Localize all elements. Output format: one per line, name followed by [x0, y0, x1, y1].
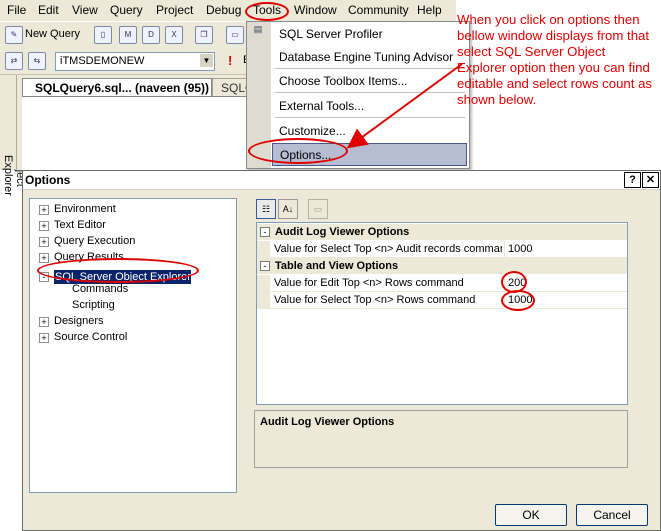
tree-item-text-editor[interactable]: Text Editor [54, 219, 106, 231]
property-name: Value for Select Top <n> Rows command [274, 294, 476, 306]
tab-label: SQLQuery6.sql... (naveen (95)) [35, 81, 210, 95]
tree-item-source-control[interactable]: Source Control [54, 331, 127, 343]
menu-file[interactable]: File [7, 3, 26, 17]
property-name: Value for Edit Top <n> Rows command [274, 277, 464, 289]
tree-item-scripting[interactable]: Scripting [72, 299, 115, 311]
menu-help[interactable]: Help [417, 3, 442, 17]
property-pages-icon[interactable]: ▭ [308, 199, 328, 219]
alphabetical-sort-icon[interactable]: A↓ [278, 199, 298, 219]
collapse-icon[interactable]: - [260, 227, 270, 237]
tab-sqlquery6[interactable]: SQLQuery6.sql... (naveen (95)) [22, 78, 212, 97]
menu-item-sql-server-profiler[interactable]: SQL Server Profiler [279, 27, 383, 41]
property-row-select-top-audit[interactable]: Value for Select Top <n> Audit records c… [257, 241, 627, 258]
property-row-select-top-rows[interactable]: Value for Select Top <n> Rows command 10… [257, 292, 627, 309]
execute-icon[interactable]: ! [228, 53, 232, 68]
xmla-query-icon[interactable]: X [165, 26, 183, 44]
menu-window[interactable]: Window [294, 3, 337, 17]
annotation-arrow [346, 63, 463, 149]
property-grid-toolbar: ☷ A↓ ▭ [256, 198, 336, 219]
change-connection-icon[interactable]: ⇆ [28, 52, 46, 70]
collapse-icon[interactable]: - [260, 261, 270, 271]
new-query-button[interactable]: New Query [25, 28, 80, 40]
tab-sqlquery-second[interactable]: SQLQ [212, 78, 250, 96]
menu-bar: File Edit View Query Project Debug Tools… [0, 0, 456, 21]
object-explorer-dock[interactable]: Object Explorer [0, 75, 26, 196]
menu-project[interactable]: Project [156, 3, 193, 17]
categorized-icon[interactable]: ☷ [256, 199, 276, 219]
category-label: Table and View Options [275, 260, 399, 272]
expand-icon[interactable]: + [39, 317, 49, 327]
help-button[interactable]: ? [624, 172, 641, 188]
expand-icon[interactable]: + [39, 333, 49, 343]
description-title: Audit Log Viewer Options [260, 416, 395, 428]
annotation-ring-options [248, 138, 348, 164]
property-row-edit-top-rows[interactable]: Value for Edit Top <n> Rows command 200 [257, 275, 627, 292]
options-dialog: Options ? ✕ + Environment + Text Editor … [22, 170, 661, 531]
category-label: Audit Log Viewer Options [275, 226, 410, 238]
close-button[interactable]: ✕ [642, 172, 659, 188]
expand-icon[interactable]: + [39, 205, 49, 215]
row-gutter [257, 275, 270, 292]
property-grid: - Audit Log Viewer Options Value for Sel… [256, 222, 628, 405]
connect-icon[interactable]: ⇄ [5, 52, 23, 70]
cancel-button[interactable]: Cancel [576, 504, 648, 526]
ok-button[interactable]: OK [495, 504, 567, 526]
menu-query[interactable]: Query [110, 3, 143, 17]
menu-community[interactable]: Community [348, 3, 409, 17]
row-gutter [257, 292, 270, 309]
annotation-ring-object-explorer [37, 258, 199, 283]
new-file-icon[interactable]: ▯ [94, 26, 112, 44]
annotation-ring-tools [245, 2, 289, 21]
annotation-ring-select-top [501, 290, 535, 311]
menu-debug[interactable]: Debug [206, 3, 241, 17]
expand-icon[interactable]: + [39, 237, 49, 247]
property-name: Value for Select Top <n> Audit records c… [274, 243, 502, 255]
expand-icon[interactable]: + [39, 221, 49, 231]
menu-edit[interactable]: Edit [38, 3, 59, 17]
database-combo[interactable]: iTMSDEMONEW ▼ [55, 52, 215, 71]
chevron-down-icon[interactable]: ▼ [200, 54, 213, 67]
row-gutter [257, 241, 270, 258]
annotation-text: When you click on options then bellow wi… [457, 12, 652, 107]
tree-item-designers[interactable]: Designers [54, 315, 104, 327]
dialog-titlebar[interactable]: Options ? ✕ [23, 171, 660, 190]
menu-view[interactable]: View [72, 3, 98, 17]
menu-item-customize[interactable]: Customize... [279, 124, 346, 138]
copy-icon[interactable]: ❐ [195, 26, 213, 44]
description-pane: Audit Log Viewer Options [254, 410, 628, 468]
tree-item-commands[interactable]: Commands [72, 283, 128, 295]
tree-item-query-execution[interactable]: Query Execution [54, 235, 135, 247]
new-query-icon[interactable]: ✎ [5, 26, 23, 44]
property-value-audit-top[interactable]: 1000 [508, 243, 532, 255]
column-divider[interactable] [504, 241, 505, 258]
dialog-title: Options [25, 173, 71, 187]
category-table-and-view[interactable]: - Table and View Options [257, 258, 627, 274]
mdx-query-icon[interactable]: M [119, 26, 137, 44]
tree-item-environment[interactable]: Environment [54, 203, 116, 215]
expand-icon[interactable]: + [39, 253, 49, 263]
options-tree[interactable]: + Environment + Text Editor + Query Exec… [29, 198, 237, 493]
profiler-icon: ▤ [253, 24, 263, 34]
category-audit-log-viewer[interactable]: - Audit Log Viewer Options [257, 224, 627, 240]
database-combo-value: iTMSDEMONEW [60, 55, 145, 67]
dmx-query-icon[interactable]: D [142, 26, 160, 44]
open-folder-icon[interactable]: ▭ [226, 26, 244, 44]
